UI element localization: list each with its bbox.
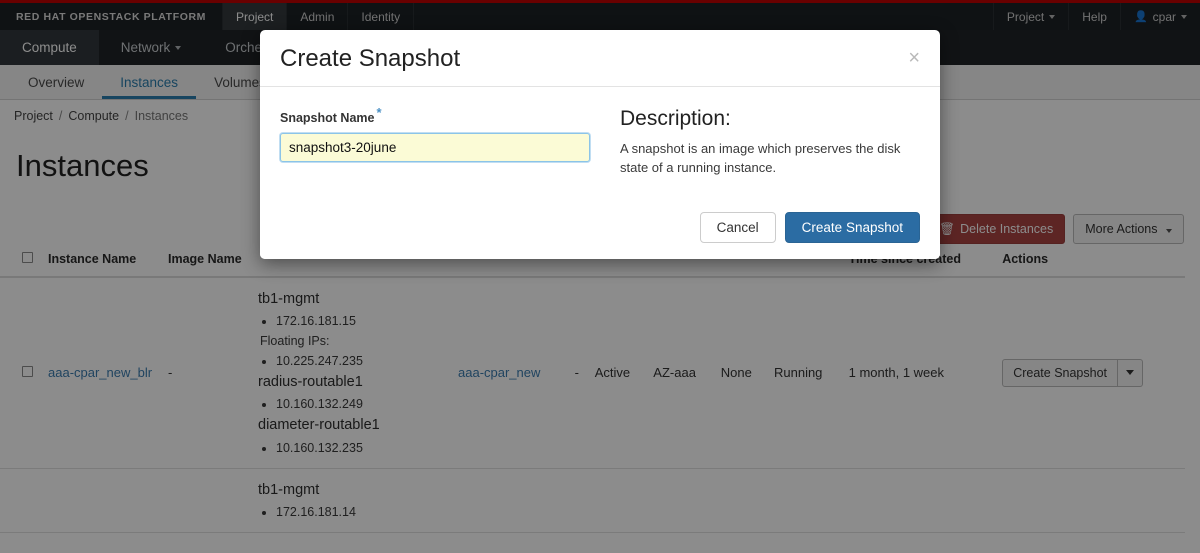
cancel-button[interactable]: Cancel: [700, 212, 776, 243]
modal-title: Create Snapshot: [280, 46, 460, 72]
modal-footer: Cancel Create Snapshot: [260, 200, 940, 259]
create-snapshot-button[interactable]: Create Snapshot: [785, 212, 920, 243]
description-text: A snapshot is an image which preserves t…: [620, 140, 920, 178]
snapshot-name-label: Snapshot Name*: [280, 105, 590, 125]
description-heading: Description:: [620, 107, 920, 131]
modal-form-column: Snapshot Name*: [280, 105, 590, 178]
close-icon[interactable]: ×: [908, 48, 920, 68]
modal-description-column: Description: A snapshot is an image whic…: [620, 105, 920, 178]
create-snapshot-modal: Create Snapshot × Snapshot Name* Descrip…: [260, 30, 940, 259]
required-marker: *: [376, 105, 381, 120]
snapshot-name-label-text: Snapshot Name: [280, 112, 374, 126]
modal-header: Create Snapshot ×: [260, 30, 940, 87]
snapshot-name-input-wrap: [280, 133, 590, 162]
snapshot-name-input[interactable]: [280, 133, 590, 162]
app-root: RED HAT OPENSTACK PLATFORM Project Admin…: [0, 0, 1200, 553]
modal-body: Snapshot Name* Description: A snapshot i…: [260, 87, 940, 200]
